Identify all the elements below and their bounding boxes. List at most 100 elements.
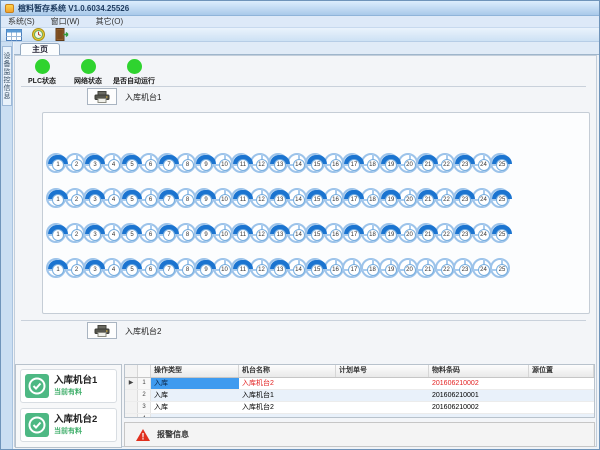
machine-card-2[interactable]: 入库机台2当前有料 [20, 408, 117, 442]
app-icon [5, 4, 14, 13]
column-header-2[interactable]: 计划单号 [336, 365, 429, 377]
slot-4-3: 3 [83, 258, 103, 278]
slot-number: 5 [126, 229, 138, 241]
tab-home[interactable]: 主页 [20, 43, 60, 55]
table-cell[interactable] [336, 390, 429, 401]
slot-number: 3 [89, 229, 101, 241]
slot-number: 16 [330, 159, 342, 171]
slot-number: 1 [52, 159, 64, 171]
table-cell[interactable] [529, 390, 594, 401]
table-cell[interactable]: 201606210001 [429, 390, 529, 401]
table-cell[interactable] [336, 378, 429, 389]
slot-4-22: 22 [435, 258, 455, 278]
table-row[interactable]: 3入库入库机台2 201606210002 [125, 402, 594, 414]
slot-number: 10 [219, 194, 231, 206]
table-cell[interactable]: 入库 [151, 390, 239, 401]
slot-2-13: 13 [268, 188, 288, 208]
slot-number: 23 [459, 229, 471, 241]
menu-item-1[interactable]: 窗口(W) [51, 16, 80, 27]
slot-number: 15 [311, 229, 323, 241]
section2-title: 入库机台2 [125, 326, 161, 337]
table-cell[interactable]: 201606210002 [429, 378, 529, 389]
table-cell[interactable]: 入库 [151, 378, 239, 389]
slot-number: 13 [274, 159, 286, 171]
menu-item-0[interactable]: 系统(S) [8, 16, 35, 27]
slot-number: 6 [145, 229, 157, 241]
svg-text:!: ! [142, 431, 145, 441]
status-indicator-2: 是否自动运行 [111, 59, 157, 86]
slot-number: 25 [496, 264, 508, 276]
slot-number: 12 [256, 264, 268, 276]
column-header-3[interactable]: 物料条码 [429, 365, 529, 377]
printer-icon [94, 91, 110, 103]
slot-4-17: 17 [342, 258, 362, 278]
slot-number: 5 [126, 159, 138, 171]
slot-4-20: 20 [398, 258, 418, 278]
slot-number: 25 [496, 159, 508, 171]
status-light-icon [81, 59, 96, 74]
slot-3-19: 19 [379, 223, 399, 243]
slot-2-25: 25 [490, 188, 510, 208]
table-cell[interactable]: 201606210002 [429, 402, 529, 413]
clock-button[interactable] [29, 28, 47, 41]
slot-2-23: 23 [453, 188, 473, 208]
printer-icon [94, 325, 110, 337]
slot-number: 4 [108, 159, 120, 171]
slot-number: 25 [496, 229, 508, 241]
slot-number: 18 [367, 159, 379, 171]
table-row[interactable]: 4 [125, 414, 594, 418]
table-cell[interactable] [151, 414, 239, 418]
slot-number: 16 [330, 229, 342, 241]
slot-3-7: 7 [157, 223, 177, 243]
slot-1-25: 25 [490, 153, 510, 173]
table-cell[interactable]: 入库机台2 [239, 378, 336, 389]
table-row[interactable]: 2入库入库机台1201606210001 [125, 390, 594, 402]
slot-2-15: 15 [305, 188, 325, 208]
slot-number: 9 [200, 264, 212, 276]
slot-number: 8 [182, 159, 194, 171]
table-cell[interactable]: 入库机台1 [239, 390, 336, 401]
table-cell[interactable] [239, 414, 336, 418]
table-cell[interactable]: 入库 [151, 402, 239, 413]
menu-item-2[interactable]: 其它(O) [96, 16, 124, 27]
table-cell[interactable] [336, 414, 429, 418]
table-cell[interactable] [529, 414, 594, 418]
table-row[interactable]: ▶1入库入库机台2201606210002 [125, 378, 594, 390]
slot-1-11: 11 [231, 153, 251, 173]
slot-4-1: 1 [46, 258, 66, 278]
machine-card-1[interactable]: 入库机台1当前有料 [20, 369, 117, 403]
table-cell[interactable] [529, 378, 594, 389]
table-cell[interactable]: 入库机台2 [239, 402, 336, 413]
slot-number: 22 [441, 194, 453, 206]
table-cell[interactable] [529, 402, 594, 413]
table-cell[interactable] [429, 414, 529, 418]
slot-1-7: 7 [157, 153, 177, 173]
slot-number: 22 [441, 229, 453, 241]
slot-3-23: 23 [453, 223, 473, 243]
slot-4-21: 21 [416, 258, 436, 278]
print-button-machine1[interactable] [87, 88, 117, 105]
slot-2-7: 7 [157, 188, 177, 208]
slot-number: 3 [89, 194, 101, 206]
calendar-button[interactable] [5, 28, 23, 41]
row-number: 3 [138, 402, 151, 413]
print-button-machine2[interactable] [87, 322, 117, 339]
slot-number: 15 [311, 264, 323, 276]
menu-bar: 系统(S) 窗口(W) 其它(O) [1, 16, 599, 28]
column-header-0[interactable]: 操作类型 [151, 365, 239, 377]
check-icon [25, 374, 49, 398]
slot-number: 9 [200, 194, 212, 206]
slot-3-9: 9 [194, 223, 214, 243]
table-cell[interactable] [336, 402, 429, 413]
column-header-1[interactable]: 机台名称 [239, 365, 336, 377]
slot-1-13: 13 [268, 153, 288, 173]
slot-number: 14 [293, 194, 305, 206]
slot-number: 1 [52, 229, 64, 241]
side-panel-tab[interactable]: 设备监控信息 [2, 46, 12, 106]
exit-button[interactable] [53, 28, 71, 41]
row-indicator: ▶ [125, 378, 138, 389]
column-header-4[interactable]: 源位置 [529, 365, 594, 377]
task-table: 操作类型机台名称计划单号物料条码源位置 ▶1入库入库机台220160621000… [124, 364, 595, 418]
slot-number: 10 [219, 229, 231, 241]
machine-card-text: 入库机台1当前有料 [54, 375, 97, 397]
